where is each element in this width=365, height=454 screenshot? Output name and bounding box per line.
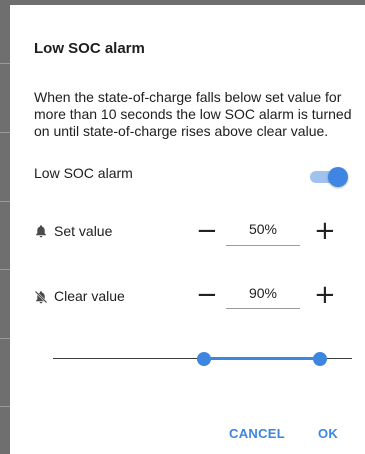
set-value-label: Set value [54, 223, 113, 239]
switch-thumb [328, 167, 348, 187]
dialog-description: When the state-of-charge falls below set… [34, 89, 352, 139]
clear-value-decrement-button[interactable]: − [196, 282, 218, 308]
set-value-input[interactable]: 50% [226, 221, 300, 237]
bell-off-icon [34, 290, 48, 304]
alarm-toggle-switch[interactable] [308, 167, 348, 187]
set-value-decrement-button[interactable]: − [196, 218, 218, 244]
slider-set-value-handle[interactable] [197, 352, 211, 366]
alarm-toggle-label: Low SOC alarm [34, 165, 133, 181]
window-left-border [0, 0, 10, 454]
background-divider [0, 63, 10, 64]
low-soc-alarm-dialog: Low SOC alarm When the state-of-charge f… [10, 5, 365, 454]
slider-active-range [204, 357, 320, 360]
background-divider [0, 132, 10, 133]
dialog-title: Low SOC alarm [34, 40, 145, 57]
background-divider [0, 406, 10, 407]
ok-button[interactable]: OK [318, 426, 338, 441]
background-divider [0, 338, 10, 339]
slider-clear-value-handle[interactable] [313, 352, 327, 366]
clear-value-input[interactable]: 90% [226, 285, 300, 301]
cancel-button[interactable]: CANCEL [229, 426, 285, 441]
set-value-underline [226, 245, 300, 246]
clear-value-label: Clear value [54, 288, 125, 304]
background-divider [0, 201, 10, 202]
clear-value-increment-button[interactable]: + [314, 282, 336, 308]
soc-range-slider[interactable] [53, 349, 352, 369]
clear-value-underline [226, 308, 300, 309]
bell-icon [36, 225, 46, 238]
background-divider [0, 269, 10, 270]
set-value-increment-button[interactable]: + [314, 218, 336, 244]
